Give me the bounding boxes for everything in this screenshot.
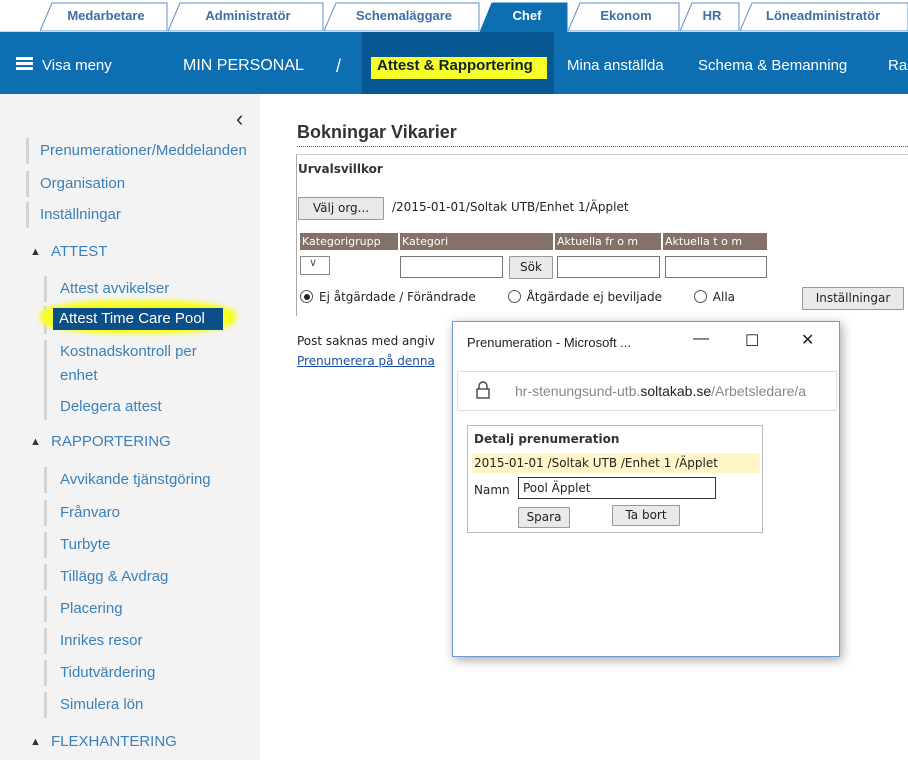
header-kategori: Kategori <box>400 233 553 250</box>
role-tab-label: HR <box>702 8 722 23</box>
header-aktuella-tom: Aktuella t o m <box>663 233 767 250</box>
no-records-text: Post saknas med angiv <box>297 334 436 348</box>
sidebar-item-attest-avvikelser[interactable]: Attest avvikelser <box>44 276 250 302</box>
sidebar-item-prenumerationer[interactable]: Prenumerationer/Meddelanden <box>26 138 246 164</box>
sidebar-item-installningar[interactable]: Inställningar <box>26 202 246 228</box>
role-tab-hr[interactable]: HR <box>680 2 740 31</box>
delete-button[interactable]: Ta bort <box>612 505 680 526</box>
section-attest[interactable]: ▲ ATTEST <box>30 240 107 264</box>
url-text: hr-stenungsund-utb.soltakab.se/Arbetsled… <box>515 383 806 399</box>
radio-label: Åtgärdade ej beviljade <box>526 290 662 304</box>
chevron-up-icon: ▲ <box>30 736 41 748</box>
role-tab-label: Medarbetare <box>67 8 145 23</box>
role-tab-administrator[interactable]: Administratör <box>168 2 324 31</box>
radio-ej-atgardade[interactable]: Ej åtgärdade / Förändrade <box>300 290 476 304</box>
lock-icon <box>476 381 490 399</box>
name-label: Namn <box>474 483 510 497</box>
header-aktuella-from: Aktuella fr o m <box>555 233 661 250</box>
sidebar-item-simulera-lon[interactable]: Simulera lön <box>44 692 250 718</box>
radio-label: Ej åtgärdade / Förändrade <box>319 290 476 304</box>
subscription-path: 2015-01-01 /Soltak UTB /Enhet 1 /Äpplet <box>472 453 760 473</box>
sidebar-item-franvaro[interactable]: Frånvaro <box>44 500 250 526</box>
sidebar-item-organisation[interactable]: Organisation <box>26 171 246 197</box>
address-bar[interactable]: hr-stenungsund-utb.soltakab.se/Arbetsled… <box>457 371 837 411</box>
kategori-input[interactable] <box>400 256 503 278</box>
sidebar-item-label: Kostnadskontroll per <box>60 343 197 360</box>
url-path: /Arbetsledare/a <box>711 383 807 399</box>
page-title: Bokningar Vikarier <box>297 122 457 142</box>
filter-title: Urvalsvillkor <box>298 162 383 176</box>
radio-label: Alla <box>712 290 736 304</box>
chevron-up-icon: ▲ <box>30 436 41 448</box>
window-title: Prenumeration - Microsoft ... <box>467 335 631 350</box>
sidebar-item-kostnadskontroll[interactable]: Kostnadskontroll per enhet <box>44 340 250 394</box>
radio-checked-icon <box>300 290 313 303</box>
name-input[interactable]: Pool Äpplet <box>518 477 716 499</box>
top-menu-bar: Visa meny MIN PERSONAL / Attest & Rappor… <box>0 32 908 94</box>
section-min-personal[interactable]: MIN PERSONAL <box>183 32 304 94</box>
sidebar-item-attest-time-care-pool[interactable]: Attest Time Care Pool <box>53 308 223 330</box>
chevron-up-icon: ▲ <box>30 246 41 258</box>
role-tab-schemalaggare[interactable]: Schemaläggare <box>324 2 480 31</box>
kategorigrupp-select[interactable]: ∨ <box>300 256 330 275</box>
aktuella-tom-input[interactable] <box>665 256 767 278</box>
maximize-icon[interactable]: ☐ <box>745 331 759 351</box>
url-domain: soltakab.se <box>640 383 712 399</box>
role-tab-label: Chef <box>512 8 542 23</box>
sidebar-item-turbyte[interactable]: Turbyte <box>44 532 250 558</box>
hamburger-icon[interactable] <box>16 57 33 70</box>
org-path: /2015-01-01/Soltak UTB/Enhet 1/Äpplet <box>392 200 629 214</box>
breadcrumb-separator: / <box>336 56 342 76</box>
menu-rapporter-truncated[interactable]: Ra <box>888 32 907 94</box>
sidebar-item-placering[interactable]: Placering <box>44 596 250 622</box>
url-prefix: hr-stenungsund-utb. <box>515 383 641 399</box>
save-button[interactable]: Spara <box>518 507 570 528</box>
radio-unchecked-icon <box>507 290 521 303</box>
sidebar-item-inrikes-resor[interactable]: Inrikes resor <box>44 628 250 654</box>
subscription-detail-panel: Detalj prenumeration 2015-01-01 /Soltak … <box>467 425 763 533</box>
sidebar-item-tidutvardering[interactable]: Tidutvärdering <box>44 660 250 686</box>
role-tab-medarbetare[interactable]: Medarbetare <box>40 2 168 31</box>
sidebar-item-label: enhet <box>60 367 98 384</box>
sidebar: ‹ Prenumerationer/Meddelanden Organisati… <box>0 94 260 760</box>
chevron-down-icon: ∨ <box>309 256 318 269</box>
sidebar-item-tillagg-avdrag[interactable]: Tillägg & Avdrag <box>44 564 250 590</box>
role-tab-label: Ekonom <box>600 8 652 23</box>
subscribe-link[interactable]: Prenumerera på denna <box>297 354 435 368</box>
role-tab-ekonom[interactable]: Ekonom <box>568 2 680 31</box>
sidebar-item-avvikande-tjanstgoring[interactable]: Avvikande tjänstgöring <box>44 467 250 493</box>
search-button[interactable]: Sök <box>509 256 553 279</box>
detail-title: Detalj prenumeration <box>474 432 620 446</box>
role-tab-label: Schemaläggare <box>355 8 453 23</box>
section-rapportering[interactable]: ▲ RAPPORTERING <box>30 430 171 454</box>
sidebar-item-delegera-attest[interactable]: Delegera attest <box>44 394 250 420</box>
section-title: FLEXHANTERING <box>51 733 177 750</box>
radio-atgardade-ej-beviljade[interactable]: Åtgärdade ej beviljade <box>507 290 662 304</box>
subscription-popup-window: Prenumeration - Microsoft ... — ☐ ✕ hr-s… <box>452 321 840 657</box>
section-flexhantering[interactable]: ▲ FLEXHANTERING <box>30 730 177 754</box>
header-kategorigrupp: Kategorigrupp <box>300 233 398 250</box>
settings-button[interactable]: Inställningar <box>802 287 904 310</box>
collapse-sidebar-icon[interactable]: ‹ <box>236 106 243 132</box>
radio-unchecked-icon <box>693 290 707 303</box>
role-tab-chef[interactable]: Chef <box>480 2 568 32</box>
status-radio-group: Ej åtgärdade / Förändrade Åtgärdade ej b… <box>300 290 735 304</box>
role-tab-label: Löneadministratör <box>766 8 881 23</box>
role-tab-loneadministrator[interactable]: Löneadministratör <box>740 2 908 31</box>
menu-attest-rapportering[interactable]: Attest & Rapportering <box>377 32 533 94</box>
close-icon[interactable]: ✕ <box>801 330 814 350</box>
menu-mina-anstallda[interactable]: Mina anställda <box>567 32 664 94</box>
section-title: RAPPORTERING <box>51 433 171 450</box>
radio-alla[interactable]: Alla <box>693 290 736 304</box>
menu-schema-bemanning[interactable]: Schema & Bemanning <box>698 32 847 94</box>
choose-org-button[interactable]: Välj org... <box>298 197 384 220</box>
title-divider <box>297 146 908 147</box>
section-title: ATTEST <box>51 243 108 260</box>
role-tab-label: Administratör <box>205 8 291 23</box>
minimize-icon[interactable]: — <box>693 330 709 348</box>
role-tab-bar: Medarbetare Administratör Schemaläggare … <box>0 0 908 32</box>
aktuella-from-input[interactable] <box>557 256 660 278</box>
show-menu-button[interactable]: Visa meny <box>42 32 112 94</box>
